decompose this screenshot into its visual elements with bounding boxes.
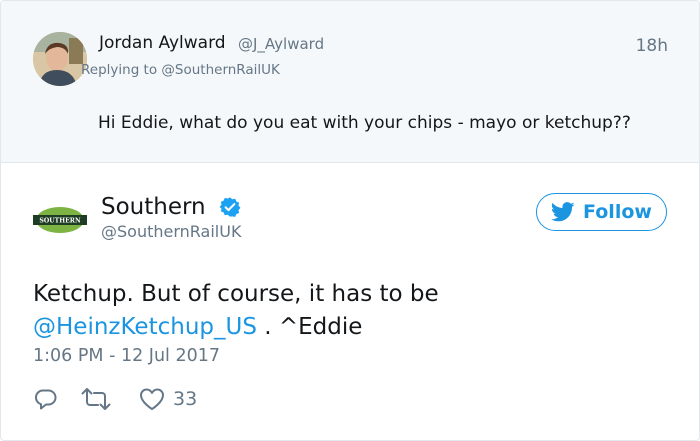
reply-author-avatar[interactable] xyxy=(33,32,87,86)
southern-avatar[interactable]: SOUTHERN xyxy=(33,193,87,247)
heart-icon xyxy=(139,388,165,410)
main-tweet-text: Ketchup. But of course, it has to be @He… xyxy=(33,278,653,344)
reply-author-name[interactable]: Jordan Aylward xyxy=(99,33,226,53)
mention-link[interactable]: @HeinzKetchup_US xyxy=(33,314,257,340)
tweet-text-end: . ^Eddie xyxy=(256,314,363,340)
twitter-bird-icon xyxy=(551,202,575,222)
reply-icon xyxy=(35,389,57,410)
tweet-card: Jordan Aylward @J_Aylward 18h Replying t… xyxy=(0,0,700,441)
reply-timestamp[interactable]: 18h xyxy=(636,36,668,56)
reply-author-handle[interactable]: @J_Aylward xyxy=(238,35,324,53)
verified-badge-icon xyxy=(219,197,241,217)
main-author-handle[interactable]: @SouthernRailUK xyxy=(101,222,241,241)
tweet-text-start: Ketchup. But of course, it has to be xyxy=(33,281,439,307)
follow-label: Follow xyxy=(583,201,652,223)
avatar-photo-icon xyxy=(33,32,87,86)
southern-logo-icon: SOUTHERN xyxy=(33,194,87,246)
follow-button[interactable]: Follow xyxy=(536,193,667,231)
reply-tweet: Jordan Aylward @J_Aylward 18h Replying t… xyxy=(1,1,699,163)
retweet-icon xyxy=(81,388,111,410)
tweet-timestamp[interactable]: 1:06 PM - 12 Jul 2017 xyxy=(33,346,220,366)
like-count: 33 xyxy=(173,388,198,410)
southern-logo-text: SOUTHERN xyxy=(39,218,81,225)
retweet-action[interactable] xyxy=(81,387,111,411)
replying-to-label[interactable]: Replying to @SouthernRailUK xyxy=(81,62,280,78)
main-author-name[interactable]: Southern xyxy=(101,194,206,220)
like-action[interactable]: 33 xyxy=(139,387,197,411)
reply-tweet-text: Hi Eddie, what do you eat with your chip… xyxy=(98,113,631,133)
reply-action[interactable] xyxy=(34,387,58,411)
